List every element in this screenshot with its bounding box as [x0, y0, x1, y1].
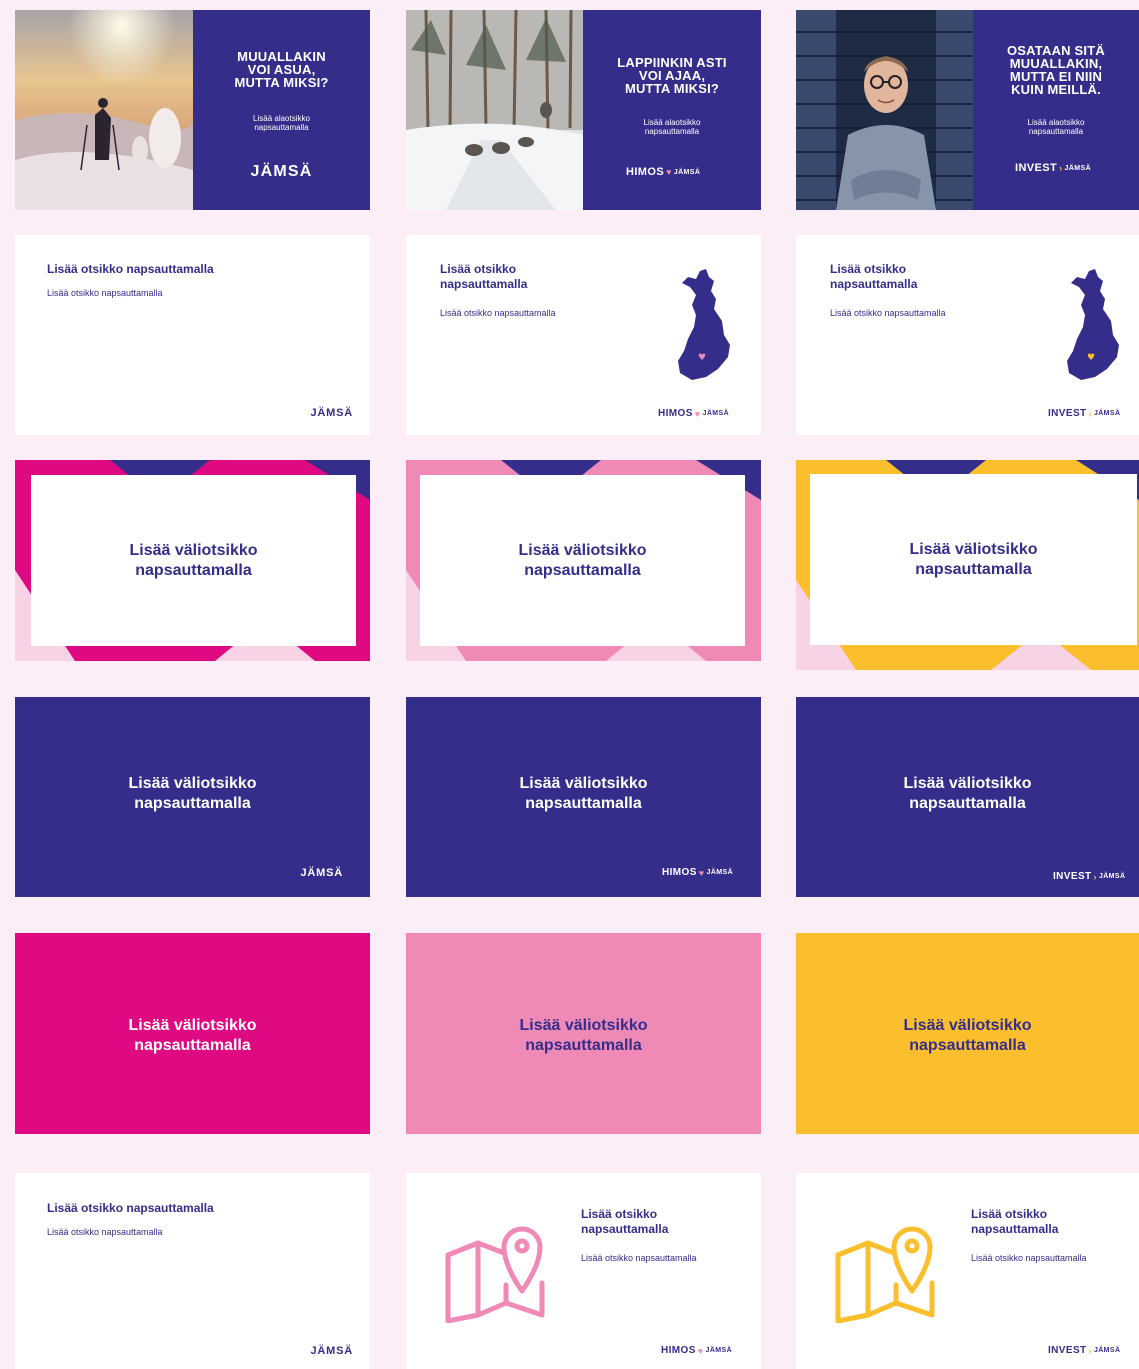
section-title: Lisää väliotsikko napsauttamalla	[518, 541, 647, 579]
jamsa-logo-text: JÄMSÄ	[702, 410, 730, 417]
himos-logo-text: HIMOS	[661, 1345, 696, 1356]
slide-title: Lisää otsikko napsauttamalla	[830, 262, 918, 291]
cover-subtitle: Lisää alaotsikko napsauttamalla	[253, 114, 310, 132]
section-slide-pink-pattern[interactable]: Lisää väliotsikko napsauttamalla	[406, 460, 761, 661]
slide-subtitle: Lisää otsikko napsauttamalla	[47, 1227, 163, 1237]
snowy-hiker-photo	[15, 10, 193, 210]
section-slide-navy-jamsa[interactable]: Lisää väliotsikko napsauttamalla JÄMSÄ	[15, 697, 370, 897]
cover-title: LAPPIINKIN ASTI VOI AJAA, MUTTA MIKSI?	[617, 55, 727, 96]
himos-logo-text: HIMOS	[626, 166, 665, 178]
invest-logo-text: INVEST	[1053, 871, 1092, 882]
map-pin-icon	[835, 1226, 935, 1323]
section-title: Lisää väliotsikko napsauttamalla	[129, 541, 258, 579]
cover-slide-himos[interactable]: LAPPIINKIN ASTI VOI AJAA, MUTTA MIKSI? L…	[406, 10, 761, 210]
heart-icon: ♥	[698, 867, 705, 878]
jamsa-logo-text: JÄMSÄ	[1098, 873, 1126, 880]
section-slide-pink[interactable]: Lisää väliotsikko napsauttamalla	[406, 933, 761, 1134]
jamsa-logo-text: JÄMSÄ	[1093, 1347, 1121, 1354]
himos-logo-text: HIMOS	[662, 867, 697, 878]
section-slide-yellow[interactable]: Lisää väliotsikko napsauttamalla	[796, 933, 1139, 1134]
slide-title: Lisää otsikko napsauttamalla	[581, 1207, 669, 1236]
slide-title: Lisää otsikko napsauttamalla	[440, 262, 528, 291]
section-slide-yellow-pattern[interactable]: Lisää väliotsikko napsauttamalla	[796, 460, 1139, 670]
section-content-box: Lisää väliotsikko napsauttamalla	[31, 475, 356, 646]
slide-subtitle: Lisää otsikko napsauttamalla	[440, 308, 556, 318]
cover-subtitle: Lisää alaotsikko napsauttamalla	[1027, 118, 1085, 136]
section-slide-magenta-pattern[interactable]: Lisää väliotsikko napsauttamalla	[15, 460, 370, 661]
section-title: Lisää väliotsikko napsauttamalla	[128, 775, 257, 812]
husky-sled-photo	[406, 10, 583, 210]
heart-icon: ♥	[666, 167, 672, 177]
himos-jamsa-logo: HIMOS ♥ JÄMSÄ	[661, 1345, 732, 1356]
title-slide-himos[interactable]: Lisää otsikko napsauttamalla Lisää otsik…	[406, 235, 761, 435]
slide-subtitle: Lisää otsikko napsauttamalla	[971, 1253, 1087, 1263]
cover-title: OSATAAN SITÄ MUUALLAKIN, MUTTA EI NIIN K…	[1007, 43, 1105, 97]
slide-subtitle: Lisää otsikko napsauttamalla	[581, 1253, 697, 1263]
section-title: Lisää väliotsikko napsauttamalla	[903, 1017, 1032, 1054]
jamsa-logo: JÄMSÄ	[310, 1345, 353, 1357]
invest-jamsa-logo: INVEST › JÄMSÄ	[1048, 408, 1120, 419]
cover-slide-jamsa[interactable]: MUUALLAKIN VOI ASUA, MUTTA MIKSI? Lisää …	[15, 10, 370, 210]
jamsa-logo-text: JÄMSÄ	[1093, 410, 1121, 417]
title-slide-jamsa[interactable]: Lisää otsikko napsauttamalla Lisää otsik…	[15, 235, 370, 435]
slide-title: Lisää otsikko napsauttamalla	[47, 262, 214, 276]
map-pin-icon	[445, 1226, 545, 1323]
jamsa-logo: JÄMSÄ	[250, 163, 313, 180]
jamsa-logo: JÄMSÄ	[300, 867, 343, 879]
slide-title: Lisää otsikko napsauttamalla	[47, 1201, 214, 1215]
arrow-icon: ›	[1088, 408, 1092, 419]
invest-logo-text: INVEST	[1015, 162, 1058, 174]
jamsa-logo: JÄMSÄ	[310, 407, 353, 419]
svg-text:♥: ♥	[1087, 353, 1095, 363]
slide-title: Lisää otsikko napsauttamalla	[971, 1207, 1059, 1236]
invest-jamsa-logo: INVEST › JÄMSÄ	[1015, 162, 1091, 174]
section-content-box: Lisää väliotsikko napsauttamalla	[810, 474, 1137, 645]
invest-jamsa-logo: INVEST › JÄMSÄ	[1053, 871, 1125, 882]
title-slide-invest[interactable]: Lisää otsikko napsauttamalla Lisää otsik…	[796, 235, 1139, 435]
section-title: Lisää väliotsikko napsauttamalla	[519, 775, 648, 812]
arrow-icon: ›	[1093, 871, 1097, 882]
svg-text:♥: ♥	[698, 353, 706, 363]
section-slide-magenta[interactable]: Lisää väliotsikko napsauttamalla	[15, 933, 370, 1134]
invest-logo-text: INVEST	[1048, 1345, 1087, 1356]
invest-jamsa-logo: INVEST › JÄMSÄ	[1048, 1345, 1120, 1356]
heart-icon: ♥	[694, 408, 701, 419]
himos-logo-text: HIMOS	[658, 408, 693, 419]
jamsa-logo-text: JÄMSÄ	[1064, 164, 1092, 172]
finland-map-icon: ♥	[678, 269, 730, 380]
heart-icon: ♥	[697, 1345, 704, 1356]
man-with-glasses-photo	[796, 10, 973, 210]
section-slide-navy-invest[interactable]: Lisää väliotsikko napsauttamalla INVEST …	[796, 697, 1139, 897]
invest-logo-text: INVEST	[1048, 408, 1087, 419]
section-title: Lisää väliotsikko napsauttamalla	[128, 1017, 257, 1054]
himos-jamsa-logo: HIMOS ♥ JÄMSÄ	[662, 867, 733, 878]
slide-subtitle: Lisää otsikko napsauttamalla	[830, 308, 946, 318]
himos-jamsa-logo: HIMOS ♥ JÄMSÄ	[658, 408, 729, 419]
arrow-icon: ›	[1059, 163, 1063, 173]
content-slide-jamsa[interactable]: Lisää otsikko napsauttamalla Lisää otsik…	[15, 1173, 370, 1369]
jamsa-logo-text: JÄMSÄ	[706, 869, 734, 876]
section-title: Lisää väliotsikko napsauttamalla	[903, 775, 1032, 812]
content-slide-himos[interactable]: Lisää otsikko napsauttamalla Lisää otsik…	[406, 1173, 761, 1369]
finland-map-icon: ♥	[1067, 269, 1119, 380]
jamsa-logo-text: JÄMSÄ	[673, 168, 701, 176]
cover-title: MUUALLAKIN VOI ASUA, MUTTA MIKSI?	[234, 49, 329, 90]
arrow-icon: ›	[1088, 1345, 1092, 1356]
section-title: Lisää väliotsikko napsauttamalla	[909, 540, 1038, 578]
slide-subtitle: Lisää otsikko napsauttamalla	[47, 288, 163, 298]
content-slide-invest[interactable]: Lisää otsikko napsauttamalla Lisää otsik…	[796, 1173, 1139, 1369]
jamsa-logo-text: JÄMSÄ	[705, 1347, 733, 1354]
section-slide-navy-himos[interactable]: Lisää väliotsikko napsauttamalla HIMOS ♥…	[406, 697, 761, 897]
himos-jamsa-logo: HIMOS ♥ JÄMSÄ	[626, 166, 700, 178]
section-title: Lisää väliotsikko napsauttamalla	[519, 1017, 648, 1054]
cover-slide-invest[interactable]: OSATAAN SITÄ MUUALLAKIN, MUTTA EI NIIN K…	[796, 10, 1139, 210]
cover-subtitle: Lisää alaotsikko napsauttamalla	[643, 118, 701, 136]
section-content-box: Lisää väliotsikko napsauttamalla	[420, 475, 745, 646]
